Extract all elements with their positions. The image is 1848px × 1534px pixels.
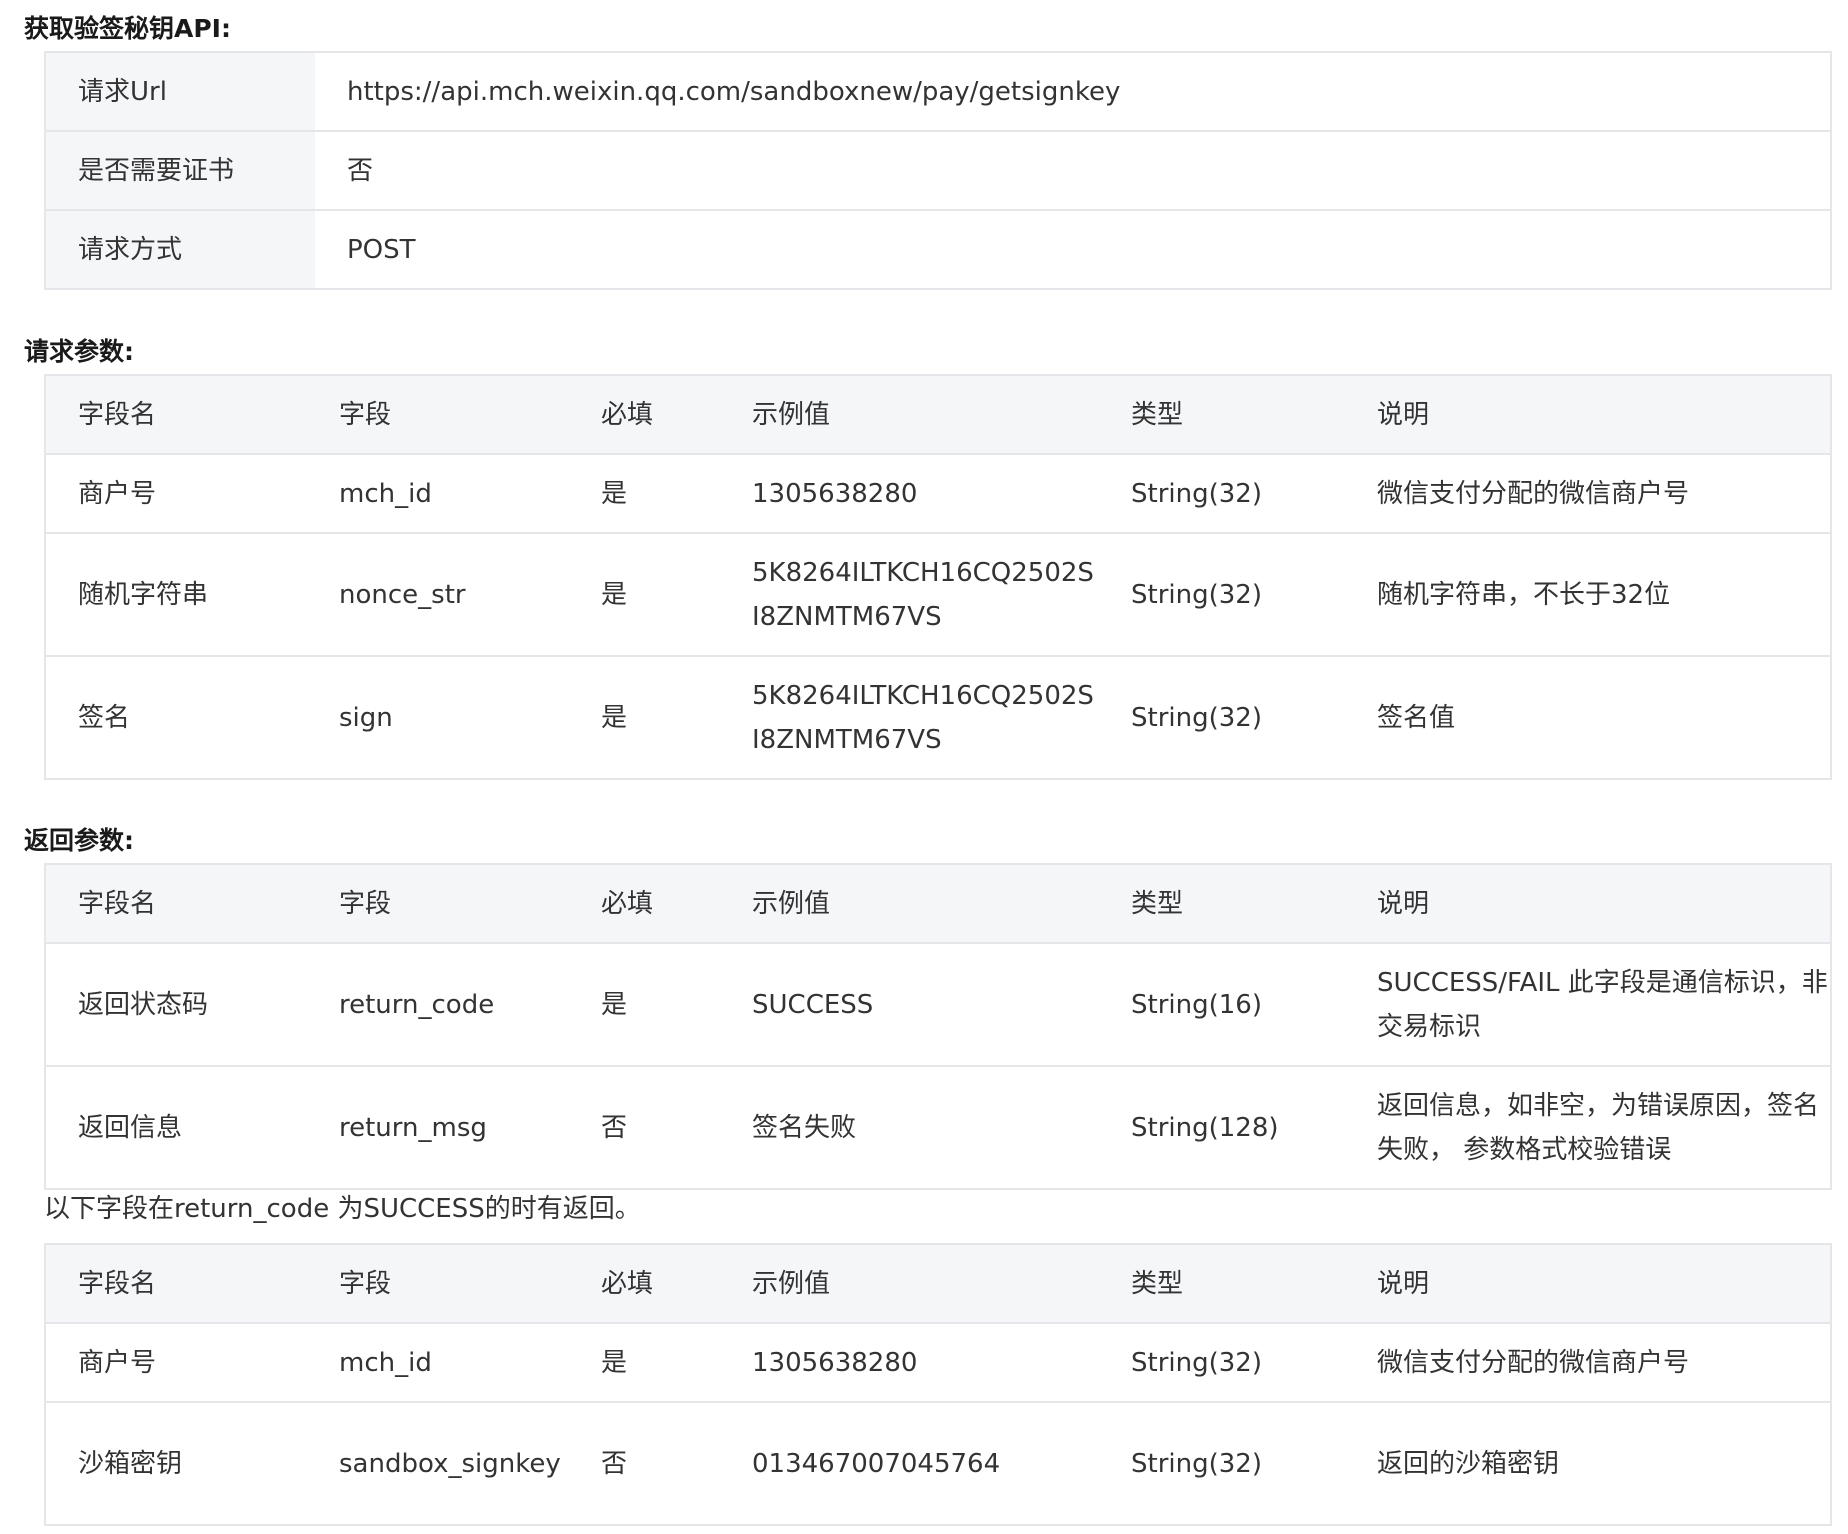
table-cell: String(32) bbox=[1099, 532, 1345, 657]
api-info-key: 请求Url bbox=[45, 51, 315, 132]
request-params-table: 字段名 字段 必填 示例值 类型 说明 商户号 mch_id 是 1305638… bbox=[44, 374, 1832, 780]
api-info-value: https://api.mch.weixin.qq.com/sandboxnew… bbox=[315, 51, 1831, 132]
column-header: 类型 bbox=[1099, 374, 1345, 455]
table-cell: 是 bbox=[569, 655, 720, 780]
response-params-table: 字段名 字段 必填 示例值 类型 说明 返回状态码 return_code 是 … bbox=[44, 863, 1832, 1190]
table-cell: 1305638280 bbox=[720, 1322, 1099, 1403]
api-info-key: 是否需要证书 bbox=[45, 130, 315, 211]
table-cell: nonce_str bbox=[307, 532, 569, 657]
table-row: 商户号 mch_id 是 1305638280 String(32) 微信支付分… bbox=[45, 453, 1831, 534]
table-row: 沙箱密钥 sandbox_signkey 否 013467007045764 S… bbox=[45, 1401, 1831, 1526]
table-cell: 签名 bbox=[45, 655, 307, 780]
table-cell: mch_id bbox=[307, 453, 569, 534]
section-title-api: 获取验签秘钥API: bbox=[24, 14, 231, 43]
table-cell: 签名值 bbox=[1345, 655, 1831, 780]
table-cell: 是 bbox=[569, 1322, 720, 1403]
table-cell: 商户号 bbox=[45, 1322, 307, 1403]
api-info-value: 否 bbox=[315, 130, 1831, 211]
table-row: 商户号 mch_id 是 1305638280 String(32) 微信支付分… bbox=[45, 1322, 1831, 1403]
table-cell: 微信支付分配的微信商户号 bbox=[1345, 453, 1831, 534]
table-cell: 5K8264ILTKCH16CQ2502SI8ZNMTM67VS bbox=[720, 655, 1099, 780]
api-info-table: 请求Url https://api.mch.weixin.qq.com/sand… bbox=[44, 51, 1832, 290]
column-header: 说明 bbox=[1345, 863, 1831, 944]
table-cell: mch_id bbox=[307, 1322, 569, 1403]
table-cell: 否 bbox=[569, 1401, 720, 1526]
column-header: 字段 bbox=[307, 1243, 569, 1324]
table-cell: 是 bbox=[569, 942, 720, 1067]
column-header: 示例值 bbox=[720, 374, 1099, 455]
table-row: 返回状态码 return_code 是 SUCCESS String(16) S… bbox=[45, 942, 1831, 1067]
column-header: 示例值 bbox=[720, 863, 1099, 944]
table-cell: 1305638280 bbox=[720, 453, 1099, 534]
success-note: 以下字段在return_code 为SUCCESS的时有返回。 bbox=[44, 1194, 641, 1224]
column-header: 字段名 bbox=[45, 1243, 307, 1324]
table-cell: 微信支付分配的微信商户号 bbox=[1345, 1322, 1831, 1403]
table-header-row: 字段名 字段 必填 示例值 类型 说明 bbox=[45, 1243, 1831, 1324]
column-header: 必填 bbox=[569, 374, 720, 455]
column-header: 字段 bbox=[307, 374, 569, 455]
table-cell: String(32) bbox=[1099, 1322, 1345, 1403]
table-cell: return_msg bbox=[307, 1065, 569, 1190]
table-cell: String(32) bbox=[1099, 453, 1345, 534]
table-row: 是否需要证书 否 bbox=[45, 130, 1831, 211]
section-title-response: 返回参数: bbox=[24, 826, 134, 855]
api-info-value: POST bbox=[315, 209, 1831, 290]
column-header: 类型 bbox=[1099, 863, 1345, 944]
table-cell: SUCCESS bbox=[720, 942, 1099, 1067]
table-cell: String(32) bbox=[1099, 655, 1345, 780]
table-header-row: 字段名 字段 必填 示例值 类型 说明 bbox=[45, 374, 1831, 455]
table-cell: 否 bbox=[569, 1065, 720, 1190]
table-cell: return_code bbox=[307, 942, 569, 1067]
section-title-request: 请求参数: bbox=[24, 337, 134, 366]
column-header: 类型 bbox=[1099, 1243, 1345, 1324]
table-cell: 沙箱密钥 bbox=[45, 1401, 307, 1526]
column-header: 必填 bbox=[569, 1243, 720, 1324]
table-cell: 返回的沙箱密钥 bbox=[1345, 1401, 1831, 1526]
table-row: 请求方式 POST bbox=[45, 209, 1831, 290]
table-cell: 是 bbox=[569, 532, 720, 657]
api-doc-page: 获取验签秘钥API: 请求Url https://api.mch.weixin.… bbox=[0, 0, 1848, 1534]
table-cell: 返回信息，如非空，为错误原因，签名失败， 参数格式校验错误 bbox=[1345, 1065, 1831, 1190]
table-cell: 商户号 bbox=[45, 453, 307, 534]
column-header: 字段名 bbox=[45, 374, 307, 455]
table-cell: 是 bbox=[569, 453, 720, 534]
column-header: 必填 bbox=[569, 863, 720, 944]
table-row: 随机字符串 nonce_str 是 5K8264ILTKCH16CQ2502SI… bbox=[45, 532, 1831, 657]
table-cell: String(16) bbox=[1099, 942, 1345, 1067]
column-header: 说明 bbox=[1345, 1243, 1831, 1324]
table-row: 请求Url https://api.mch.weixin.qq.com/sand… bbox=[45, 51, 1831, 132]
column-header: 说明 bbox=[1345, 374, 1831, 455]
column-header: 字段 bbox=[307, 863, 569, 944]
column-header: 字段名 bbox=[45, 863, 307, 944]
table-cell: SUCCESS/FAIL 此字段是通信标识，非交易标识 bbox=[1345, 942, 1831, 1067]
table-row: 签名 sign 是 5K8264ILTKCH16CQ2502SI8ZNMTM67… bbox=[45, 655, 1831, 780]
table-cell: String(32) bbox=[1099, 1401, 1345, 1526]
api-info-key: 请求方式 bbox=[45, 209, 315, 290]
table-cell: sign bbox=[307, 655, 569, 780]
table-cell: 签名失败 bbox=[720, 1065, 1099, 1190]
success-params-table: 字段名 字段 必填 示例值 类型 说明 商户号 mch_id 是 1305638… bbox=[44, 1243, 1832, 1526]
table-cell: 返回状态码 bbox=[45, 942, 307, 1067]
table-cell: 5K8264ILTKCH16CQ2502SI8ZNMTM67VS bbox=[720, 532, 1099, 657]
table-header-row: 字段名 字段 必填 示例值 类型 说明 bbox=[45, 863, 1831, 944]
table-cell: 013467007045764 bbox=[720, 1401, 1099, 1526]
column-header: 示例值 bbox=[720, 1243, 1099, 1324]
table-cell: sandbox_signkey bbox=[307, 1401, 569, 1526]
table-row: 返回信息 return_msg 否 签名失败 String(128) 返回信息，… bbox=[45, 1065, 1831, 1190]
table-cell: 返回信息 bbox=[45, 1065, 307, 1190]
table-cell: String(128) bbox=[1099, 1065, 1345, 1190]
table-cell: 随机字符串，不长于32位 bbox=[1345, 532, 1831, 657]
table-cell: 随机字符串 bbox=[45, 532, 307, 657]
